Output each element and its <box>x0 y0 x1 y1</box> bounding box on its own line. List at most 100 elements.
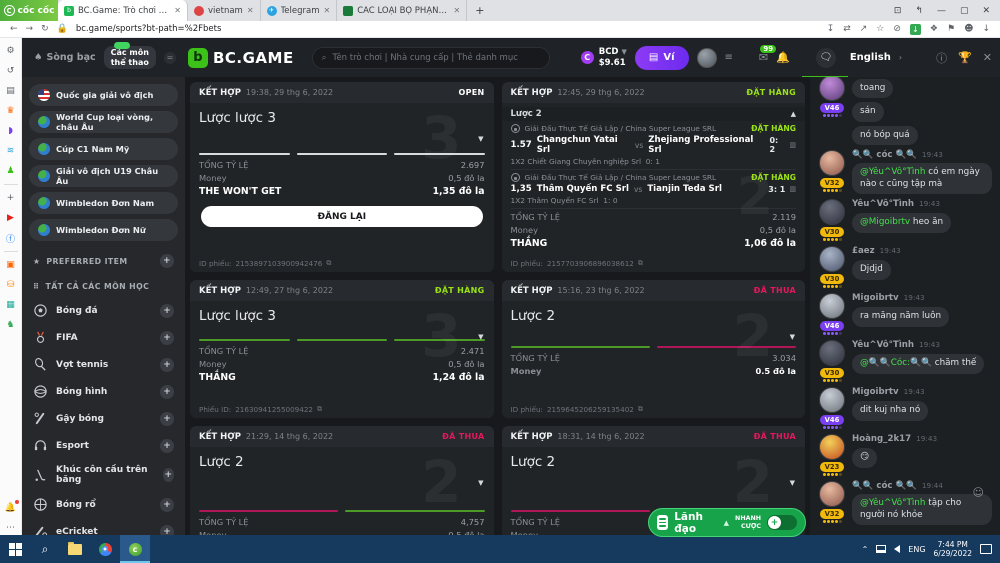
sidebar-item-sport[interactable]: Esport+ <box>29 432 178 459</box>
browser-tab[interactable]: bBC.Game: Trò chơi sòng bạc✕ <box>58 0 188 21</box>
match-row[interactable]: Giải Đấu Thực Tế Giả Lập / China Super L… <box>511 121 797 170</box>
sidebar-item-league[interactable]: Giải vô địch U19 Châu Âu <box>29 165 178 187</box>
plus-icon[interactable]: + <box>160 385 174 399</box>
expand-caret-icon[interactable]: ▼ <box>790 333 795 341</box>
close-tab-icon[interactable]: ✕ <box>174 6 181 15</box>
history-icon[interactable]: ↺ <box>4 64 18 78</box>
collapse-caret-icon[interactable]: ▲ <box>791 110 796 118</box>
sidebar-item-sport[interactable]: Bóng rổ+ <box>29 491 178 518</box>
plus-icon[interactable]: + <box>160 498 174 512</box>
mention[interactable]: @Yêu^Vô°Tình <box>860 167 925 177</box>
sidebar-item-league[interactable]: Cúp C1 Nam Mỹ <box>29 138 178 160</box>
collapse-nav-icon[interactable]: = <box>164 52 176 64</box>
all-sports-header[interactable]: ⠿TẤT CẢ CÁC MÔN HỌC <box>29 274 178 297</box>
notifications-bell-icon[interactable]: 🔔 <box>4 501 18 515</box>
combo-title[interactable]: Lược 2▲ <box>502 107 806 121</box>
mention[interactable]: @Yêu^Vô°Tình <box>860 498 925 508</box>
close-chat-icon[interactable]: ✕ <box>983 51 992 64</box>
youtube-icon[interactable]: ▶ <box>4 211 18 225</box>
sidebar-item-league[interactable]: Wimbledon Đơn Nữ <box>29 219 178 241</box>
username[interactable]: Migoibrtv <box>852 293 899 303</box>
extensions-icon[interactable]: ❖ <box>930 24 938 34</box>
trophy-icon[interactable]: 🏆 <box>958 51 972 64</box>
browser-tab[interactable]: ✈Telegram✕ <box>261 0 338 21</box>
chat-language[interactable]: English <box>850 52 891 63</box>
maximize-window-icon[interactable]: ▢ <box>960 6 969 16</box>
sidebar-item-league[interactable]: World Cup loại vòng, châu Âu <box>29 111 178 133</box>
browser-tab[interactable]: vietnam✕ <box>188 0 261 21</box>
browser-tab[interactable]: CÁC LOẠI BỘ PHẬN THỂ TH✕ <box>337 0 467 21</box>
match-row[interactable]: Giải Đấu Thực Tế Giả Lập / China Super L… <box>511 170 797 208</box>
stats-icon[interactable]: ▥ <box>789 141 796 149</box>
reading-list-icon[interactable]: ▤ <box>4 84 18 98</box>
user-menu-icon[interactable]: ≡ <box>725 52 733 63</box>
chat-rules-info-icon[interactable]: ⓘ <box>936 50 947 66</box>
close-tab-icon[interactable]: ✕ <box>454 6 461 15</box>
username[interactable]: 🔍🔍 cóc 🔍🔍 <box>852 150 917 160</box>
settings-gear-icon[interactable]: ⚙ <box>4 44 18 58</box>
copy-icon[interactable]: ⧉ <box>638 258 643 268</box>
sidebar-item-sport[interactable]: eCricket+ <box>29 518 178 535</box>
tab-search-icon[interactable]: ⊡ <box>894 6 902 16</box>
save-page-icon[interactable]: ↧ <box>827 24 835 34</box>
expand-caret-icon[interactable]: ▼ <box>478 135 483 143</box>
crown-icon[interactable]: ♛ <box>4 104 18 118</box>
minimize-window-icon[interactable]: — <box>937 6 946 16</box>
close-tab-icon[interactable]: ✕ <box>247 6 254 15</box>
more-options-icon[interactable]: ⋯ <box>4 521 18 535</box>
user-avatar[interactable] <box>697 48 717 68</box>
rebet-button[interactable]: ĐĂNG LẠI <box>201 206 483 227</box>
plus-icon[interactable]: + <box>160 439 174 453</box>
bookmark-star-icon[interactable]: ☆ <box>876 24 884 34</box>
sidebar-item-sport[interactable]: Bóng hình+ <box>29 378 178 405</box>
video-download-icon[interactable]: ↓ <box>910 24 921 35</box>
avatar[interactable] <box>819 434 845 460</box>
mention[interactable]: @Migoibrtv <box>860 217 910 227</box>
wallet-button[interactable]: ▤Ví <box>635 46 689 70</box>
new-tab-button[interactable]: + <box>467 0 492 21</box>
sidebar-item-sport[interactable]: Khúc côn cầu trên băng+ <box>29 459 178 491</box>
chevron-right-icon[interactable]: › <box>899 53 902 62</box>
avatar[interactable] <box>819 150 845 176</box>
close-window-icon[interactable]: ✕ <box>982 6 990 16</box>
username[interactable]: Yêu^Vô°Tình <box>852 199 914 209</box>
copy-icon[interactable]: ⧉ <box>317 404 322 414</box>
flag-icon[interactable]: ⚑ <box>947 24 955 34</box>
plus-icon[interactable]: + <box>160 525 174 536</box>
coccoc-menu-button[interactable]: Ccốc cốc <box>0 0 58 21</box>
chat-toggle-icon[interactable]: 🗨 <box>816 48 836 68</box>
translate-icon[interactable]: ⇄ <box>843 24 851 34</box>
sidebar-item-league[interactable]: Wimbledon Đơn Nam <box>29 192 178 214</box>
plus-icon[interactable]: + <box>163 468 174 482</box>
preferred-item-header[interactable]: ★PREFERRED ITEM+ <box>29 246 178 274</box>
shopee-icon[interactable]: ▣ <box>4 258 18 272</box>
taskbar-search-icon[interactable]: ⌕ <box>30 535 60 563</box>
bell-icon[interactable]: 🔔 <box>776 51 790 64</box>
mail-icon[interactable]: ✉99 <box>759 51 768 64</box>
downloads-icon[interactable]: ↓ <box>982 24 990 34</box>
facebook-icon[interactable]: ⓕ <box>4 231 18 245</box>
avatar[interactable] <box>819 293 845 319</box>
games-icon[interactable]: ♟ <box>4 164 18 178</box>
plus-icon[interactable]: + <box>160 412 174 426</box>
avatar[interactable] <box>819 340 845 366</box>
cart-icon[interactable]: ⛁ <box>4 278 18 292</box>
url-text[interactable]: bc.game/sports?bt-path=%2Fbets <box>76 24 222 34</box>
avatar[interactable] <box>819 481 845 507</box>
quick-bet-toggle[interactable]: + <box>767 515 797 530</box>
avatar[interactable] <box>819 246 845 272</box>
copy-icon[interactable]: ⧉ <box>638 404 643 414</box>
emoji-icon[interactable]: ☺ <box>973 486 984 499</box>
volume-icon[interactable] <box>894 545 900 553</box>
close-tab-icon[interactable]: ✕ <box>324 6 331 15</box>
username[interactable]: Hoàng_2k17 <box>852 434 911 444</box>
username[interactable]: £aez <box>852 246 875 256</box>
expand-caret-icon[interactable]: ▼ <box>478 333 483 341</box>
chrome-icon[interactable] <box>90 535 120 563</box>
tray-expand-icon[interactable]: ⌃ <box>862 545 869 554</box>
share-icon[interactable]: ↗ <box>860 24 868 34</box>
username[interactable]: Yêu^Vô°Tình <box>852 340 914 350</box>
plus-icon[interactable]: + <box>160 331 174 345</box>
reload-icon[interactable]: ↻ <box>41 24 49 34</box>
mention[interactable]: @🔍🔍Cóc:🔍🔍 <box>860 358 932 368</box>
